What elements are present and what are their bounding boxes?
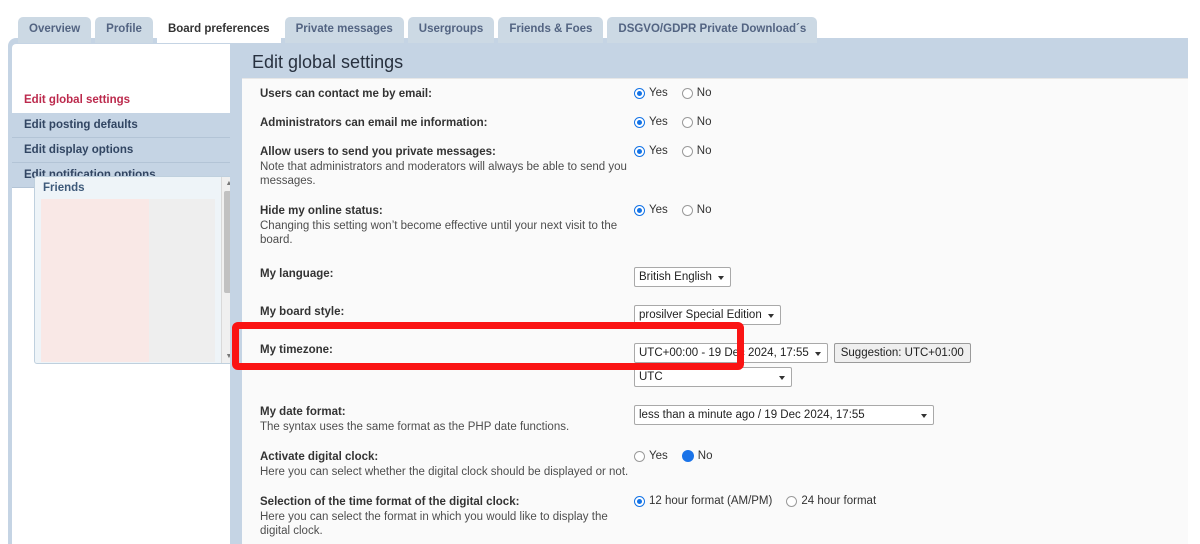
- radio-on-icon[interactable]: [634, 116, 645, 128]
- label-date-format: My date format:: [260, 406, 346, 418]
- desc-allow-pm: Note that administrators and moderators …: [260, 161, 627, 187]
- desc-date-format: The syntax uses the same format as the P…: [260, 421, 570, 433]
- radio-time-format-24h[interactable]: 24 hour format: [786, 495, 876, 507]
- radio-allow-pm-yes[interactable]: Yes: [634, 145, 668, 157]
- sidebar-item-edit-posting-defaults[interactable]: Edit posting defaults: [12, 113, 230, 138]
- timezone-suggestion-button[interactable]: Suggestion: UTC+01:00: [833, 343, 971, 363]
- radio-on-icon[interactable]: [634, 145, 645, 157]
- label-activate-digital-clock: Activate digital clock:: [260, 451, 379, 463]
- friends-panel-title: Friends: [43, 182, 85, 194]
- radio-on-icon[interactable]: [634, 495, 645, 507]
- row-date-format: My date format: The syntax uses the same…: [242, 391, 1188, 438]
- radio-off-icon[interactable]: [681, 116, 693, 128]
- sidebar-item-edit-global-settings[interactable]: Edit global settings: [12, 88, 230, 113]
- row-timezone: My timezone: UTC+00:00 - 19 Dec 2024, 17…: [242, 329, 1188, 391]
- tab-board-preferences[interactable]: Board preferences: [156, 17, 281, 43]
- radio-label-no: No: [696, 116, 712, 128]
- settings-panel: Users can contact me by email: Yes No Ad…: [242, 78, 1188, 544]
- row-hide-online: Hide my online status: Changing this set…: [242, 192, 1188, 251]
- radio-label-no: No: [696, 87, 712, 99]
- radio-time-format-12h[interactable]: 12 hour format (AM/PM): [634, 495, 772, 507]
- radio-label-yes: Yes: [649, 87, 668, 99]
- radio-off-icon[interactable]: [634, 450, 645, 462]
- radios-time-format: 12 hour format (AM/PM) 24 hour format: [634, 495, 1188, 507]
- row-time-format: Selection of the time format of the digi…: [242, 483, 1188, 542]
- radio-contact-email-no[interactable]: No: [681, 87, 712, 99]
- radios-activate-digital-clock: Yes No: [634, 450, 1188, 462]
- desc-time-format: Here you can select the format in which …: [260, 511, 608, 537]
- tab-usergroups[interactable]: Usergroups: [407, 17, 495, 43]
- radio-allow-pm-no[interactable]: No: [681, 145, 712, 157]
- select-timezone-city[interactable]: UTC: [634, 367, 792, 387]
- radios-contact-email: Yes No: [634, 87, 1188, 99]
- friends-panel: Friends ▲ ▼: [34, 176, 236, 364]
- radio-label-yes: Yes: [649, 116, 668, 128]
- radio-label-24h: 24 hour format: [801, 495, 877, 507]
- tab-profile[interactable]: Profile: [95, 17, 153, 43]
- tab-overview[interactable]: Overview: [18, 17, 92, 43]
- radio-label-yes: Yes: [649, 204, 668, 216]
- row-activate-digital-clock: Activate digital clock: Here you can sel…: [242, 438, 1188, 483]
- radio-contact-email-yes[interactable]: Yes: [634, 87, 668, 99]
- radio-label-no: No: [697, 450, 713, 462]
- main-tab-bar: Overview Profile Board preferences Private …: [18, 17, 818, 43]
- label-language: My language:: [260, 268, 334, 280]
- radio-label-12h: 12 hour format (AM/PM): [649, 495, 773, 507]
- label-board-style: My board style:: [260, 306, 345, 318]
- radio-admin-email-no[interactable]: No: [681, 116, 712, 128]
- main-content: Edit global settings Users can contact m…: [230, 38, 1188, 544]
- label-admin-email: Administrators can email me information:: [260, 117, 488, 129]
- radio-off-icon[interactable]: [681, 87, 693, 99]
- radios-allow-pm: Yes No: [634, 145, 1188, 157]
- sidebar-nav-list: Edit global settings Edit posting default…: [12, 88, 230, 188]
- radio-off-icon[interactable]: [786, 495, 798, 507]
- label-timezone: My timezone:: [260, 344, 333, 356]
- row-contact-email: Users can contact me by email: Yes No: [242, 79, 1188, 106]
- friends-block-secondary: [149, 199, 215, 362]
- select-timezone[interactable]: UTC+00:00 - 19 Dec 2024, 17:55: [634, 343, 828, 363]
- radio-admin-email-yes[interactable]: Yes: [634, 116, 668, 128]
- sidebar-item-edit-display-options[interactable]: Edit display options: [12, 138, 230, 163]
- radio-hide-online-yes[interactable]: Yes: [634, 204, 668, 216]
- label-hide-online: Hide my online status:: [260, 205, 383, 217]
- label-contact-email: Users can contact me by email:: [260, 88, 432, 100]
- row-language: My language: British English: [242, 251, 1188, 291]
- radio-off-icon[interactable]: [681, 204, 693, 216]
- radio-on-icon[interactable]: [634, 87, 645, 99]
- radios-hide-online: Yes No: [634, 204, 1188, 216]
- tab-private-messages[interactable]: Private messages: [284, 17, 404, 43]
- radio-on-icon[interactable]: [681, 450, 694, 462]
- radio-label-no: No: [696, 145, 712, 157]
- app-root: Overview Profile Board preferences Private …: [0, 0, 1200, 544]
- radios-admin-email: Yes No: [634, 116, 1188, 128]
- radio-label-no: No: [696, 204, 712, 216]
- label-allow-pm: Allow users to send you private messages…: [260, 146, 496, 158]
- radio-off-icon[interactable]: [681, 145, 693, 157]
- desc-activate-digital-clock: Here you can select whether the digital …: [260, 466, 629, 478]
- radio-on-icon[interactable]: [634, 204, 645, 216]
- select-board-style[interactable]: prosilver Special Edition: [634, 305, 781, 325]
- tab-friends-foes[interactable]: Friends & Foes: [498, 17, 604, 43]
- radio-label-yes: Yes: [649, 450, 668, 462]
- radio-hide-online-no[interactable]: No: [681, 204, 712, 216]
- select-language[interactable]: British English: [634, 267, 731, 287]
- tab-dsgvo-gdpr-private-download-s[interactable]: DSGVO/GDPR Private Download´s: [607, 17, 818, 43]
- desc-hide-online: Changing this setting won’t become effec…: [260, 220, 618, 246]
- sidebar: Edit global settings Edit posting default…: [12, 44, 236, 544]
- radio-activate-clock-yes[interactable]: Yes: [634, 450, 668, 462]
- radio-activate-clock-no[interactable]: No: [681, 450, 713, 462]
- row-admin-email: Administrators can email me information:…: [242, 106, 1188, 135]
- row-board-style: My board style: prosilver Special Editio…: [242, 291, 1188, 329]
- select-date-format[interactable]: less than a minute ago / 19 Dec 2024, 17…: [634, 405, 934, 425]
- row-allow-pm: Allow users to send you private messages…: [242, 135, 1188, 192]
- radio-label-yes: Yes: [649, 145, 668, 157]
- friends-block-primary: [41, 199, 149, 362]
- page-title: Edit global settings: [252, 52, 404, 72]
- label-time-format: Selection of the time format of the digi…: [260, 496, 520, 508]
